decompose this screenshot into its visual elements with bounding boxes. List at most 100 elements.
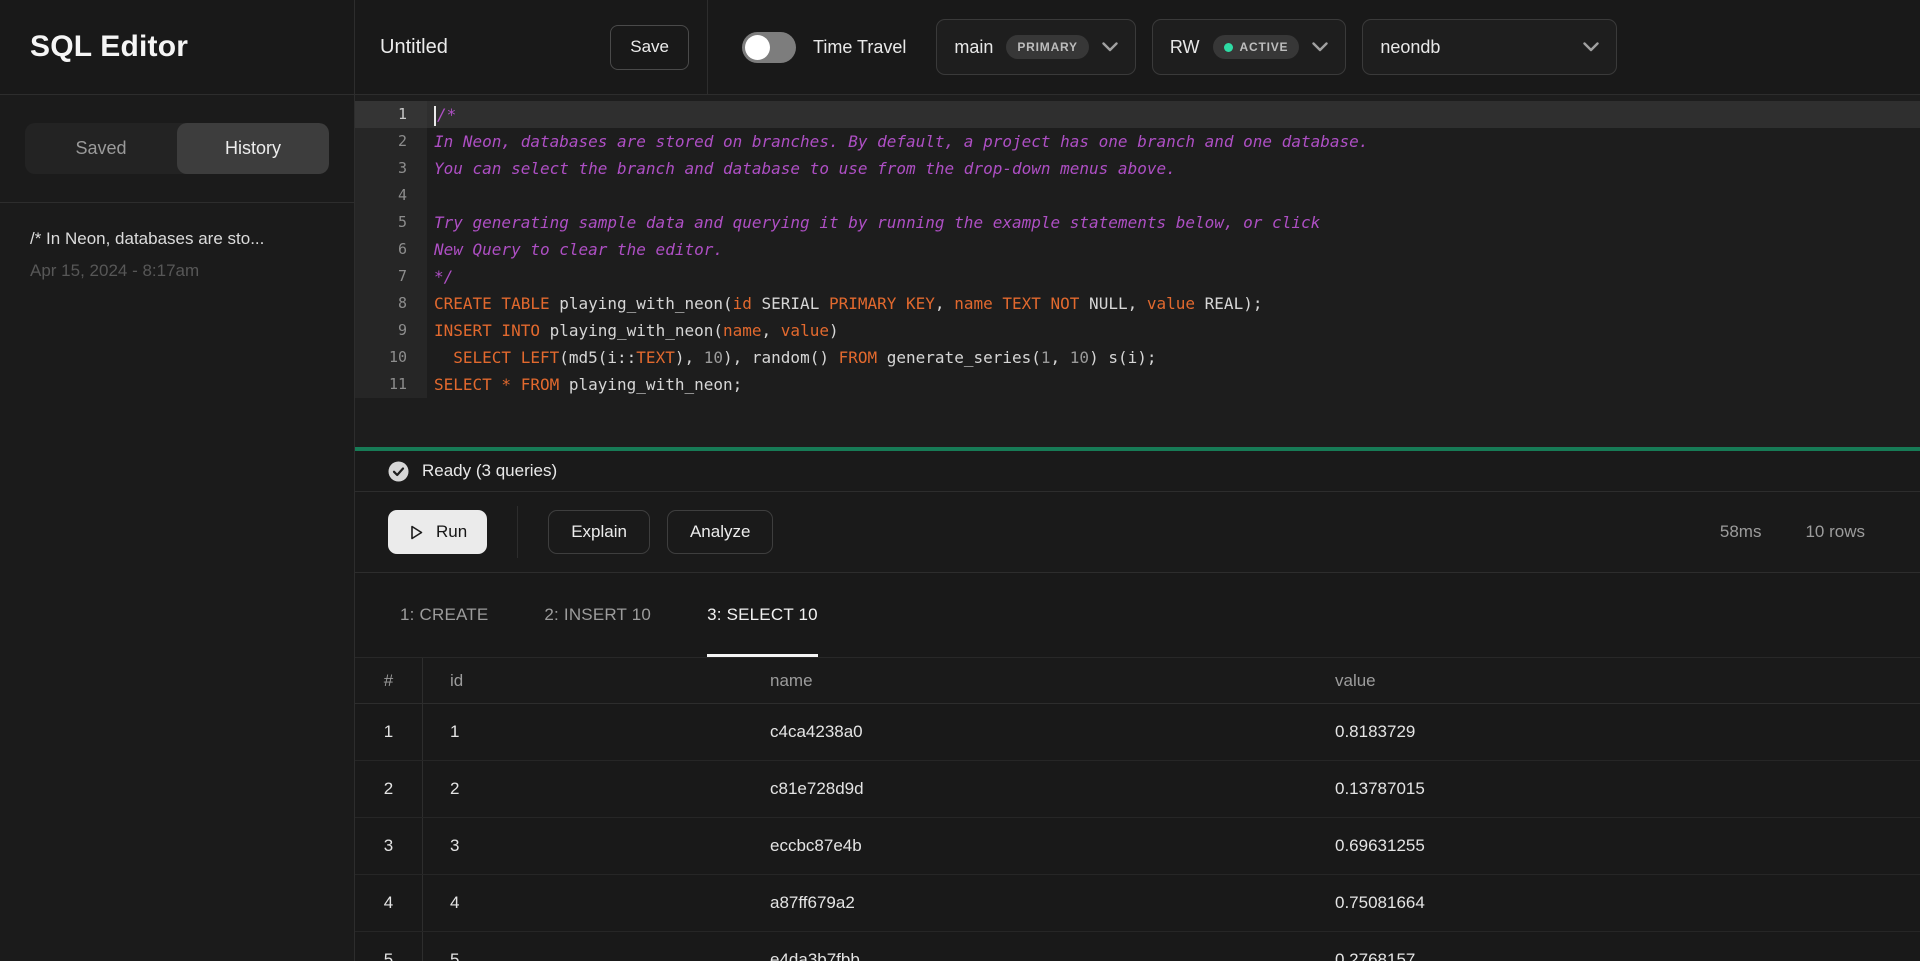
code-token: PRIMARY KEY bbox=[829, 294, 935, 313]
line-number: 3 bbox=[355, 155, 427, 182]
code-line-content[interactable] bbox=[427, 182, 1920, 209]
line-number: 2 bbox=[355, 128, 427, 155]
table-cell: c81e728d9d bbox=[743, 761, 1308, 817]
status-text: Ready (3 queries) bbox=[422, 461, 557, 481]
compute-name: RW bbox=[1170, 37, 1200, 58]
code-token: , bbox=[762, 321, 781, 340]
sidebar-header: SQL Editor bbox=[0, 0, 354, 95]
query-row-count: 10 rows bbox=[1805, 522, 1865, 542]
code-token: */ bbox=[434, 267, 453, 286]
code-token: /* bbox=[437, 105, 456, 124]
result-tab-1-create[interactable]: 1: CREATE bbox=[400, 573, 488, 657]
code-line-content[interactable]: INSERT INTO playing_with_neon(name, valu… bbox=[427, 317, 1920, 344]
code-token: name bbox=[723, 321, 762, 340]
table-cell: 0.13787015 bbox=[1308, 761, 1920, 817]
analyze-button[interactable]: Analyze bbox=[667, 510, 773, 554]
code-line: 7 */ bbox=[355, 263, 1920, 290]
code-token: SELECT LEFT bbox=[453, 348, 559, 367]
database-select[interactable]: neondb bbox=[1362, 19, 1617, 75]
code-line-content[interactable]: SELECT * FROM playing_with_neon; bbox=[427, 371, 1920, 398]
sql-code-editor[interactable]: 1 /* 2In Neon, databases are stored on bra… bbox=[355, 95, 1920, 447]
code-token: Try generating sample data and querying … bbox=[434, 213, 1320, 232]
saved-history-segmented-control: SavedHistory bbox=[25, 123, 329, 174]
code-line: 8CREATE TABLE playing_with_neon(id SERIA… bbox=[355, 290, 1920, 317]
code-line-content[interactable]: CREATE TABLE playing_with_neon(id SERIAL… bbox=[427, 290, 1920, 317]
code-line: 1 /* bbox=[355, 101, 1920, 128]
code-line: 2In Neon, databases are stored on branch… bbox=[355, 128, 1920, 155]
history-item-time: Apr 15, 2024 - 8:17am bbox=[30, 261, 324, 281]
table-cell: 2 bbox=[355, 761, 423, 817]
time-travel-toggle[interactable] bbox=[742, 32, 796, 63]
topbar: Untitled Save Time Travel main PRIMARY R… bbox=[355, 0, 1920, 95]
code-line-content[interactable]: /* bbox=[427, 101, 1920, 128]
chevron-down-icon bbox=[1583, 42, 1599, 52]
code-token: playing_with_neon( bbox=[550, 294, 733, 313]
code-token: ), bbox=[675, 348, 704, 367]
table-cell: 1 bbox=[423, 704, 743, 760]
code-token: TEXT bbox=[636, 348, 675, 367]
active-status-dot bbox=[1224, 43, 1233, 52]
line-number: 7 bbox=[355, 263, 427, 290]
table-row: 55e4da3b7fbb0.2768157 bbox=[355, 932, 1920, 961]
result-tab-2-insert-10[interactable]: 2: INSERT 10 bbox=[544, 573, 651, 657]
code-token: New Query to clear the editor. bbox=[434, 240, 723, 259]
line-number: 1 bbox=[355, 101, 427, 128]
line-number: 8 bbox=[355, 290, 427, 317]
table-cell: 4 bbox=[423, 875, 743, 931]
code-token: playing_with_neon; bbox=[559, 375, 742, 394]
branch-select[interactable]: main PRIMARY bbox=[936, 19, 1136, 75]
chevron-down-icon bbox=[1312, 42, 1328, 52]
table-cell: eccbc87e4b bbox=[743, 818, 1308, 874]
time-travel-label: Time Travel bbox=[813, 37, 906, 58]
code-line: 5 Try generating sample data and querying… bbox=[355, 209, 1920, 236]
code-token: 10 bbox=[704, 348, 723, 367]
play-icon bbox=[408, 524, 425, 541]
topbar-divider bbox=[707, 0, 708, 95]
code-token: SERIAL bbox=[752, 294, 829, 313]
code-line-content[interactable]: */ bbox=[427, 263, 1920, 290]
code-token: REAL); bbox=[1195, 294, 1262, 313]
table-row: 44a87ff679a20.75081664 bbox=[355, 875, 1920, 932]
code-token: SELECT * FROM bbox=[434, 375, 559, 394]
main-panel: Untitled Save Time Travel main PRIMARY R… bbox=[355, 0, 1920, 961]
toggle-knob bbox=[745, 35, 770, 60]
code-token bbox=[993, 294, 1003, 313]
line-number: 9 bbox=[355, 317, 427, 344]
table-cell: 0.8183729 bbox=[1308, 704, 1920, 760]
code-line: 9INSERT INTO playing_with_neon(name, val… bbox=[355, 317, 1920, 344]
explain-button[interactable]: Explain bbox=[548, 510, 650, 554]
results-table-header: #idnamevalue bbox=[355, 657, 1920, 704]
compute-select[interactable]: RW ACTIVE bbox=[1152, 19, 1346, 75]
history-item[interactable]: /* In Neon, databases are sto...Apr 15, … bbox=[0, 203, 354, 281]
code-token: You can select the branch and database t… bbox=[434, 159, 1176, 178]
code-line-content[interactable]: You can select the branch and database t… bbox=[427, 155, 1920, 182]
column-header-name: name bbox=[743, 658, 1308, 703]
result-tab-3-select-10[interactable]: 3: SELECT 10 bbox=[707, 573, 818, 657]
run-button[interactable]: Run bbox=[388, 510, 487, 554]
check-circle-icon bbox=[388, 461, 409, 482]
code-line: 3 You can select the branch and database … bbox=[355, 155, 1920, 182]
code-token: CREATE TABLE bbox=[434, 294, 550, 313]
sidebar-tabs-section: SavedHistory bbox=[0, 95, 354, 203]
code-line-content[interactable]: In Neon, databases are stored on branche… bbox=[427, 128, 1920, 155]
code-line: 4 bbox=[355, 182, 1920, 209]
sidebar-tab-history[interactable]: History bbox=[177, 123, 329, 174]
code-line-content[interactable]: SELECT LEFT(md5(i::TEXT), 10), random() … bbox=[427, 344, 1920, 371]
code-token bbox=[434, 348, 453, 367]
sidebar-tab-saved[interactable]: Saved bbox=[25, 123, 177, 174]
table-cell: c4ca4238a0 bbox=[743, 704, 1308, 760]
table-cell: 1 bbox=[355, 704, 423, 760]
table-cell: 2 bbox=[423, 761, 743, 817]
branch-name: main bbox=[954, 37, 993, 58]
code-token: 10 bbox=[1070, 348, 1089, 367]
code-token: value bbox=[1147, 294, 1195, 313]
database-name: neondb bbox=[1380, 37, 1440, 58]
code-token: ) bbox=[829, 321, 839, 340]
code-line-content[interactable]: Try generating sample data and querying … bbox=[427, 209, 1920, 236]
table-cell: 3 bbox=[423, 818, 743, 874]
code-token: name bbox=[954, 294, 993, 313]
code-line-content[interactable]: New Query to clear the editor. bbox=[427, 236, 1920, 263]
save-button[interactable]: Save bbox=[610, 25, 689, 70]
sidebar: SQL Editor SavedHistory /* In Neon, data… bbox=[0, 0, 355, 961]
line-number: 5 bbox=[355, 209, 427, 236]
